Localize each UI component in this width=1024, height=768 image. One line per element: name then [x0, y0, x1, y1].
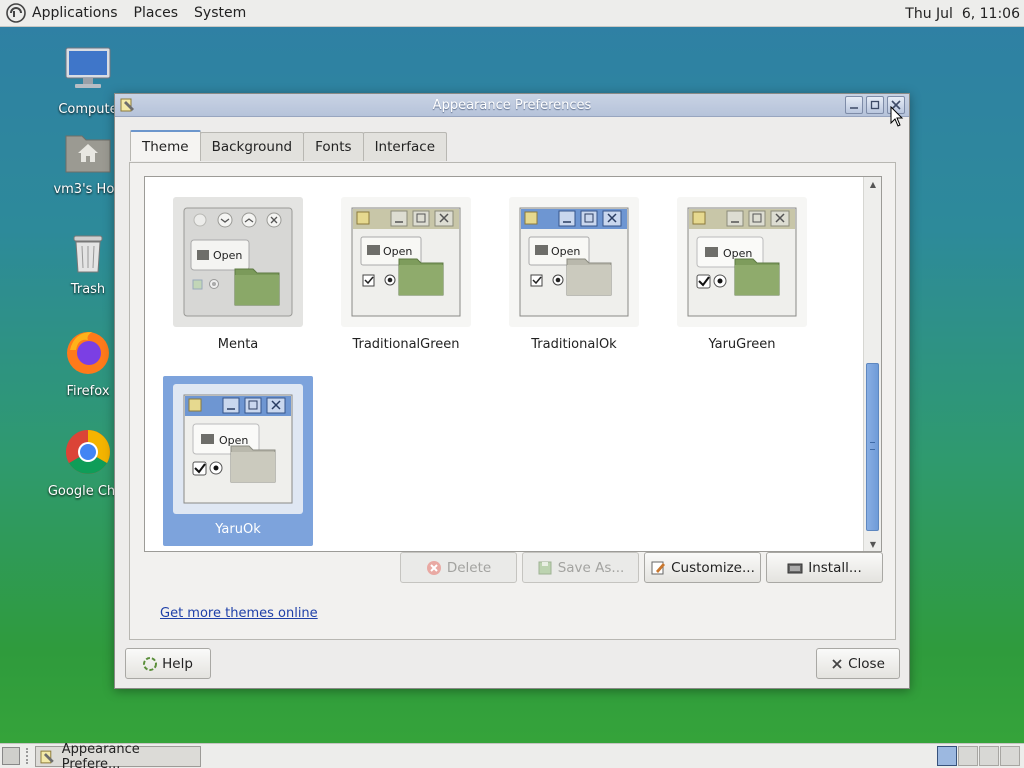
places-menu[interactable]: Places [126, 0, 187, 26]
save-as-button[interactable]: Save As... [522, 552, 639, 583]
theme-list-scrollbar[interactable]: ▲ ▼ [863, 177, 881, 551]
mouse-cursor-icon [890, 106, 904, 127]
scrollbar-thumb[interactable] [866, 363, 879, 531]
customize-button[interactable]: Customize... [644, 552, 761, 583]
theme-item-menta[interactable]: Open Menta [173, 197, 303, 352]
theme-thumbnail: Open [509, 197, 639, 327]
theme-item-traditionalgreen[interactable]: Open TraditionalGreen [341, 197, 471, 352]
maximize-icon [870, 100, 880, 110]
taskbar-item-appearance[interactable]: Appearance Prefere... [35, 742, 201, 768]
workspace-2[interactable] [958, 746, 978, 766]
appearance-app-icon [120, 98, 134, 112]
svg-text:Open: Open [723, 247, 752, 260]
svg-text:Open: Open [383, 245, 412, 258]
help-label: Help [162, 655, 193, 672]
tab-interface[interactable]: Interface [362, 132, 448, 161]
scroll-up-arrow-icon[interactable]: ▲ [864, 177, 882, 191]
delete-button[interactable]: Delete [400, 552, 517, 583]
delete-label: Delete [446, 559, 492, 576]
customize-icon [651, 561, 666, 574]
applications-menu[interactable]: Applications [0, 0, 126, 26]
show-desktop-button[interactable] [2, 747, 20, 765]
svg-text:Open: Open [551, 245, 580, 258]
theme-name: TraditionalOk [531, 337, 617, 352]
maximize-button[interactable] [866, 96, 884, 114]
appearance-preferences-window: Appearance Preferences Theme Background … [114, 93, 910, 689]
places-label: Places [133, 5, 179, 21]
save-as-icon [538, 561, 552, 574]
system-menu[interactable]: System [186, 0, 254, 26]
theme-thumbnail: Open [173, 197, 303, 327]
mate-logo-icon [6, 3, 26, 23]
minimize-button[interactable] [845, 96, 863, 114]
theme-preview-yaruok: Open [183, 394, 293, 504]
delete-icon [426, 560, 441, 575]
theme-thumbnail: Open [677, 197, 807, 327]
chrome-icon [66, 430, 110, 474]
install-button[interactable]: Install... [766, 552, 883, 583]
firefox-icon [67, 332, 109, 374]
window-titlebar[interactable]: Appearance Preferences [115, 94, 909, 117]
minimize-icon [850, 107, 858, 109]
help-icon [143, 656, 158, 671]
home-folder-icon [65, 135, 111, 173]
panel-handle[interactable] [26, 748, 30, 764]
theme-thumbnail: Open [341, 197, 471, 327]
install-icon [787, 563, 803, 573]
scroll-down-arrow-icon[interactable]: ▼ [864, 537, 882, 551]
trash-icon [73, 235, 103, 273]
tab-theme[interactable]: Theme [130, 130, 201, 161]
close-button[interactable]: Close [816, 648, 900, 679]
appearance-app-icon [40, 750, 54, 763]
theme-name: TraditionalGreen [352, 337, 460, 352]
theme-preview-traditionalgreen: Open [351, 207, 461, 317]
window-title: Appearance Preferences [432, 97, 592, 113]
help-button[interactable]: Help [125, 648, 211, 679]
workspace-4[interactable] [1000, 746, 1020, 766]
install-label: Install... [808, 559, 862, 576]
customize-label: Customize... [671, 559, 755, 576]
bottom-panel: Appearance Prefere... [0, 742, 1024, 768]
theme-name: YaruOk [215, 522, 261, 537]
save-as-label: Save As... [557, 559, 625, 576]
close-icon [832, 658, 842, 669]
get-more-themes-link[interactable]: Get more themes online [160, 606, 318, 621]
theme-list[interactable]: Open Menta Open TraditionalGreen Open Tr… [144, 176, 882, 552]
theme-name: YaruGreen [708, 337, 776, 352]
theme-item-yarugreen[interactable]: Open YaruGreen [677, 197, 807, 352]
tab-background[interactable]: Background [199, 132, 305, 161]
theme-item-traditionalok[interactable]: Open TraditionalOk [509, 197, 639, 352]
clock[interactable]: Thu Jul 6, 11:06 [905, 0, 1020, 27]
close-label: Close [848, 655, 885, 672]
tab-fonts[interactable]: Fonts [303, 132, 364, 161]
system-label: System [194, 5, 247, 21]
svg-text:Open: Open [219, 434, 248, 447]
theme-preview-traditionalok: Open [519, 207, 629, 317]
applications-label: Applications [32, 5, 118, 21]
scroll-grip-icon [870, 442, 875, 450]
theme-preview-yarugreen: Open [687, 207, 797, 317]
workspace-3[interactable] [979, 746, 999, 766]
theme-preview-menta: Open [183, 207, 293, 317]
top-panel: Applications Places System Thu Jul 6, 11… [0, 0, 1024, 27]
theme-name: Menta [217, 337, 259, 352]
theme-item-yaruok[interactable]: Open YaruOk [163, 376, 313, 546]
workspace-1[interactable] [937, 746, 957, 766]
theme-tab-panel: Open Menta Open TraditionalGreen Open Tr… [129, 162, 896, 640]
theme-thumbnail: Open [173, 384, 303, 514]
tab-bar: Theme Background Fonts Interface [130, 130, 448, 161]
svg-text:Open: Open [213, 249, 242, 262]
computer-icon [65, 47, 111, 88]
taskbar-item-label: Appearance Prefere... [61, 741, 140, 768]
